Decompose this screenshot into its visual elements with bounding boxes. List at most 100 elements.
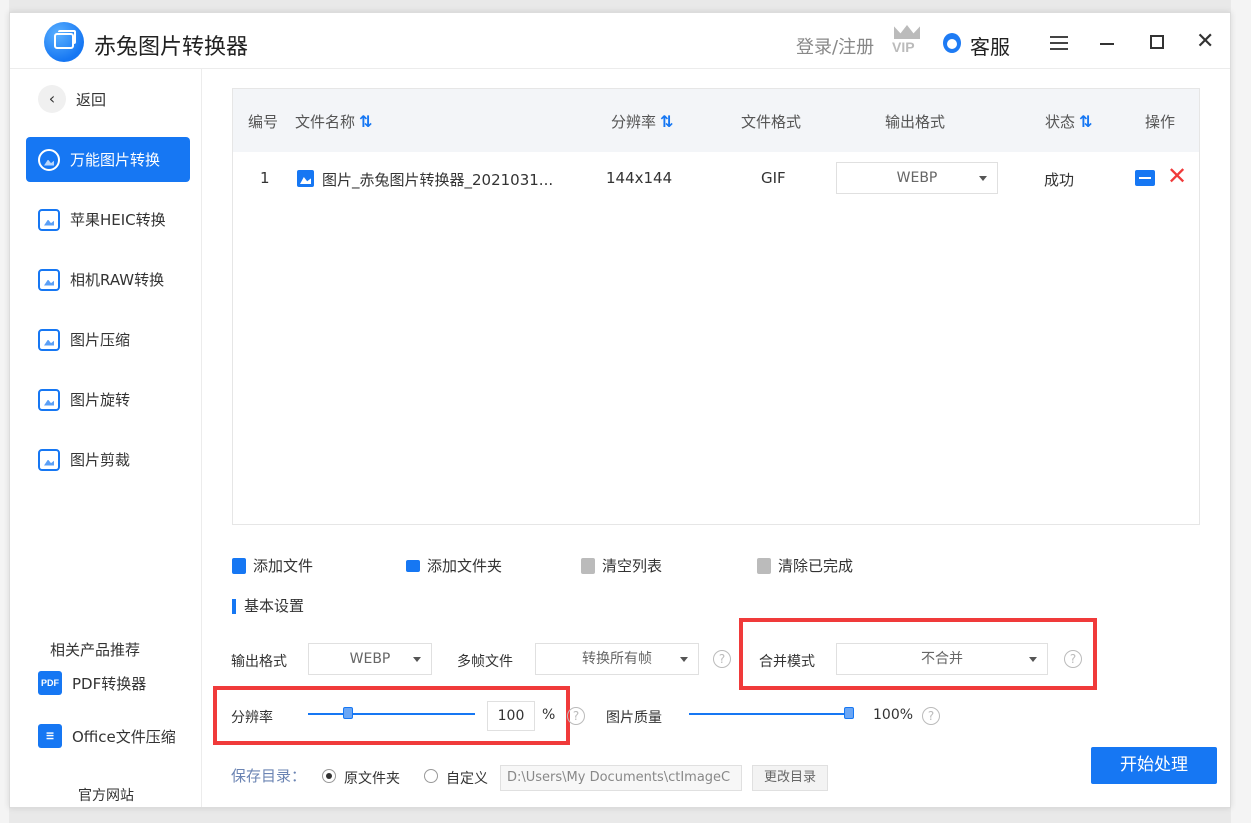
start-process-button[interactable]: 开始处理 — [1091, 747, 1217, 784]
folder-icon — [406, 559, 420, 572]
quality-slider[interactable] — [689, 707, 854, 719]
custom-folder-label[interactable]: 自定义 — [446, 768, 488, 788]
pdf-icon: PDF — [38, 671, 62, 695]
sidebar-item-crop[interactable]: 图片剪裁 — [26, 437, 190, 482]
resolution-slider-handle[interactable] — [343, 707, 353, 719]
customer-service-link[interactable]: 客服 — [970, 31, 1010, 60]
col-action: 操作 — [1145, 113, 1176, 131]
quality-slider-handle[interactable] — [844, 707, 854, 719]
sidebar-item-raw-convert[interactable]: 相机RAW转换 — [26, 257, 190, 302]
merge-mode-select[interactable]: 不合并 — [836, 643, 1048, 675]
clear-list-button[interactable]: 清空列表 — [581, 555, 662, 576]
sidebar-item-heic-convert[interactable]: 苹果HEIC转换 — [26, 197, 190, 242]
chevron-down-icon — [979, 176, 987, 181]
save-dir-label: 保存目录： — [231, 767, 307, 785]
col-resolution[interactable]: 分辨率 ⇅ — [611, 111, 673, 132]
quality-help-icon[interactable]: ? — [922, 707, 940, 725]
product-label: Office文件压缩 — [72, 727, 176, 746]
pdf-converter-link[interactable]: PDF PDF转换器 — [38, 671, 146, 695]
crop-icon — [38, 448, 60, 471]
clear-done-button[interactable]: 清除已完成 — [757, 555, 853, 576]
title-bar: 赤兔图片转换器 登录/注册 VIP 客服 ✕ — [10, 13, 1230, 69]
app-title: 赤兔图片转换器 — [94, 35, 249, 60]
sidebar-item-universal-convert[interactable]: 万能图片转换 — [26, 137, 190, 182]
resolution-slider[interactable] — [308, 707, 475, 719]
col-name[interactable]: 文件名称 ⇅ — [295, 111, 372, 132]
background-left — [0, 0, 9, 823]
table-row: 1 图片_赤兔图片转换器_2021031... 144x144 GIF WEBP… — [233, 152, 1199, 206]
resolution-input[interactable]: 100 — [487, 701, 535, 731]
maximize-icon[interactable] — [1150, 35, 1164, 49]
sidebar-item-label: 相机RAW转换 — [70, 271, 165, 289]
compress-icon — [38, 328, 60, 351]
multiframe-select[interactable]: 转换所有帧 — [535, 643, 699, 675]
heic-icon — [38, 208, 60, 231]
background-right — [1231, 0, 1251, 823]
merge-mode-label: 合并模式 — [759, 654, 815, 670]
office-icon: ☰ — [38, 724, 62, 748]
sort-icon: ⇅ — [359, 112, 373, 131]
row-filename: 图片_赤兔图片转换器_2021031... — [297, 169, 553, 190]
quality-value: 100% — [873, 707, 914, 723]
chevron-left-icon: ‹ — [38, 85, 66, 113]
sidebar-item-rotate[interactable]: 图片旋转 — [26, 377, 190, 422]
multiframe-label: 多帧文件 — [457, 654, 513, 670]
open-folder-icon[interactable] — [1135, 170, 1155, 186]
sidebar-item-compress[interactable]: 图片压缩 — [26, 317, 190, 362]
change-dir-button[interactable]: 更改目录 — [752, 765, 828, 791]
image-file-icon — [297, 170, 314, 187]
add-file-button[interactable]: 添加文件 — [232, 555, 313, 576]
basic-settings-title: 基本设置 — [232, 599, 304, 614]
radio-original-folder[interactable] — [322, 769, 336, 783]
quality-label: 图片质量 — [606, 710, 662, 726]
row-output-format-select[interactable]: WEBP — [836, 162, 998, 194]
sidebar-item-label: 图片旋转 — [70, 391, 131, 409]
office-compress-link[interactable]: ☰ Office文件压缩 — [38, 724, 176, 748]
app-logo-icon — [44, 22, 84, 62]
output-format-label: 输出格式 — [231, 654, 287, 670]
col-no: 编号 — [248, 113, 279, 131]
resolution-label: 分辨率 — [231, 710, 273, 726]
table-header: 编号 文件名称 ⇅ 分辨率 ⇅ 文件格式 输出格式 状态 ⇅ 操作 — [233, 89, 1199, 152]
row-no: 1 — [260, 169, 270, 187]
sidebar-item-label: 万能图片转换 — [70, 151, 161, 169]
resolution-help-icon[interactable]: ? — [567, 707, 585, 725]
col-output: 输出格式 — [885, 113, 946, 131]
add-folder-button[interactable]: 添加文件夹 — [406, 555, 502, 576]
sort-icon: ⇅ — [660, 112, 674, 131]
related-products-title: 相关产品推荐 — [50, 641, 141, 659]
login-register-link[interactable]: 登录/注册 — [796, 33, 874, 59]
col-format: 文件格式 — [741, 113, 802, 131]
back-label: 返回 — [76, 90, 107, 109]
vip-icon[interactable]: VIP — [892, 25, 922, 57]
add-file-icon — [232, 557, 246, 574]
menu-icon[interactable] — [1050, 36, 1068, 50]
original-folder-label[interactable]: 原文件夹 — [344, 768, 400, 788]
delete-icon[interactable]: ✕ — [1167, 162, 1187, 190]
multiframe-help-icon[interactable]: ? — [713, 650, 731, 668]
broom-icon — [757, 557, 771, 574]
official-website-link[interactable]: 官方网站 — [78, 785, 134, 805]
row-resolution: 144x144 — [606, 169, 673, 187]
app-window: 赤兔图片转换器 登录/注册 VIP 客服 ✕ ‹ 返回 万能图片转换 苹果HEI… — [9, 12, 1231, 808]
radio-custom-folder[interactable] — [424, 769, 438, 783]
col-status[interactable]: 状态 ⇅ — [1045, 111, 1092, 132]
minimize-icon[interactable] — [1100, 43, 1114, 45]
back-button[interactable]: ‹ 返回 — [38, 85, 106, 113]
chevron-down-icon — [680, 657, 688, 662]
broom-icon — [581, 557, 595, 574]
save-path-input[interactable]: D:\Users\My Documents\ctImageC — [500, 765, 742, 791]
merge-help-icon[interactable]: ? — [1064, 650, 1082, 668]
chevron-down-icon — [1029, 657, 1037, 662]
row-status: 成功 — [1044, 171, 1075, 189]
output-format-select[interactable]: WEBP — [308, 643, 432, 675]
product-label: PDF转换器 — [72, 674, 147, 693]
chevron-down-icon — [413, 657, 421, 662]
sidebar-item-label: 苹果HEIC转换 — [70, 211, 166, 229]
close-window-icon[interactable]: ✕ — [1196, 31, 1214, 53]
sidebar: ‹ 返回 万能图片转换 苹果HEIC转换 相机RAW转换 图片压缩 图片旋转 图… — [10, 69, 202, 807]
customer-service-icon[interactable] — [943, 33, 961, 53]
resolution-unit: % — [542, 707, 556, 723]
rotate-icon — [38, 388, 60, 411]
file-table: 编号 文件名称 ⇅ 分辨率 ⇅ 文件格式 输出格式 状态 ⇅ 操作 1 图片_赤兔图片… — [232, 88, 1200, 525]
